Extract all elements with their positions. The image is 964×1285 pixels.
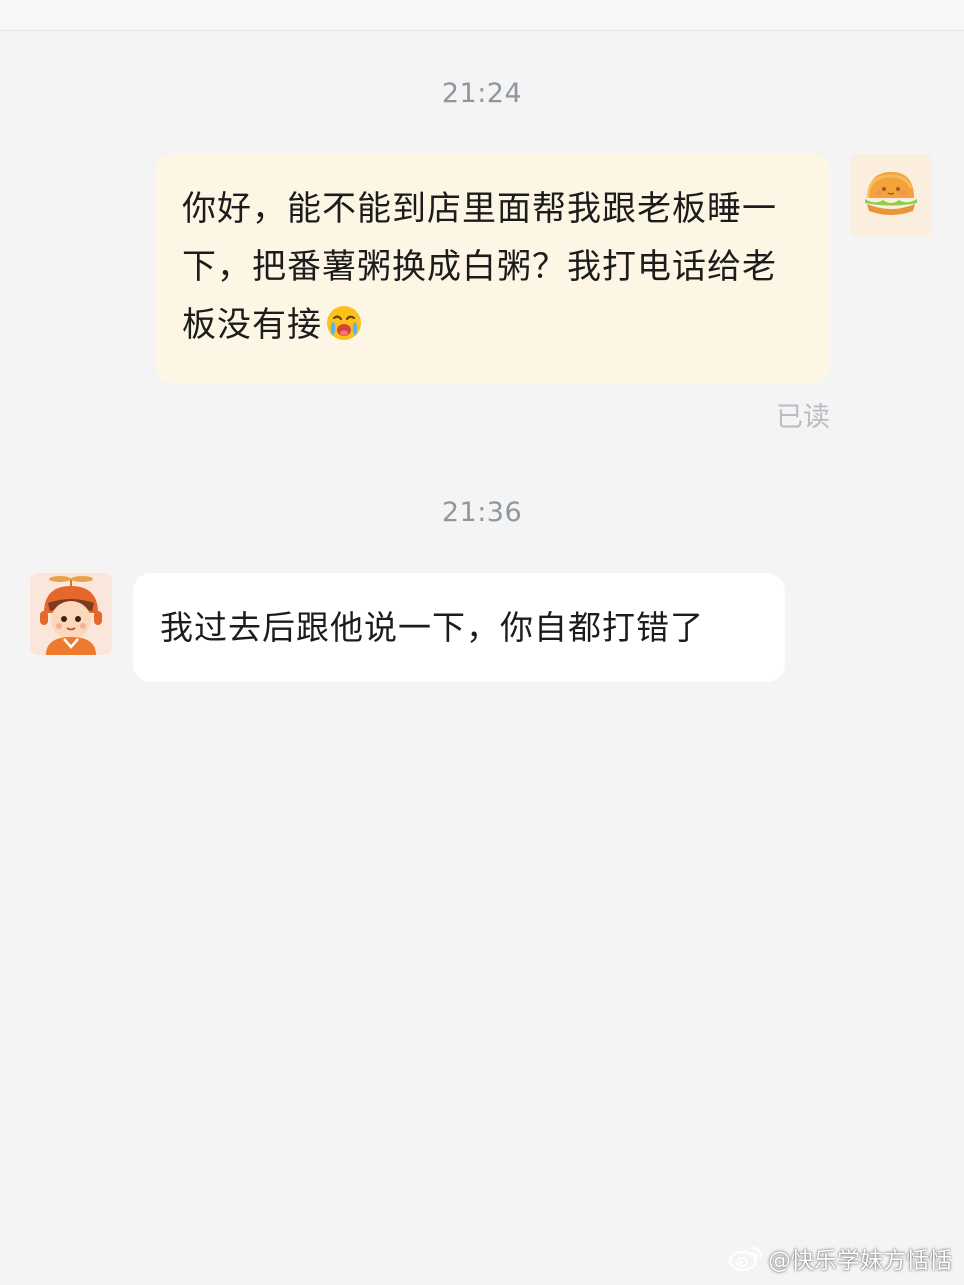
- outgoing-message-bubble[interactable]: 你好，能不能到店里面帮我跟老板睡一下，把番薯粥换成白粥？我打电话给老板没有接: [155, 154, 830, 383]
- top-bar: [0, 0, 964, 31]
- message-text: 我过去后跟他说一下，你自都打错了: [160, 608, 704, 647]
- message-timestamp: 21:36: [441, 497, 523, 528]
- burger-icon: [865, 172, 917, 215]
- rider-avatar[interactable]: [30, 573, 112, 655]
- read-status: 已读: [776, 402, 830, 433]
- watermark: @快乐学妹方恬恬: [728, 1241, 952, 1275]
- rider-icon: [40, 576, 102, 655]
- crying-face-emoji: [324, 303, 364, 343]
- burger-avatar[interactable]: [850, 154, 932, 236]
- watermark-text: @快乐学妹方恬恬: [768, 1248, 952, 1274]
- incoming-message-bubble[interactable]: 我过去后跟他说一下，你自都打错了: [133, 573, 785, 682]
- message-text: 你好，能不能到店里面帮我跟老板睡一下，把番薯粥换成白粥？我打电话给老板没有接: [182, 189, 777, 345]
- weibo-icon: [728, 1246, 763, 1272]
- message-timestamp: 21:24: [441, 78, 523, 109]
